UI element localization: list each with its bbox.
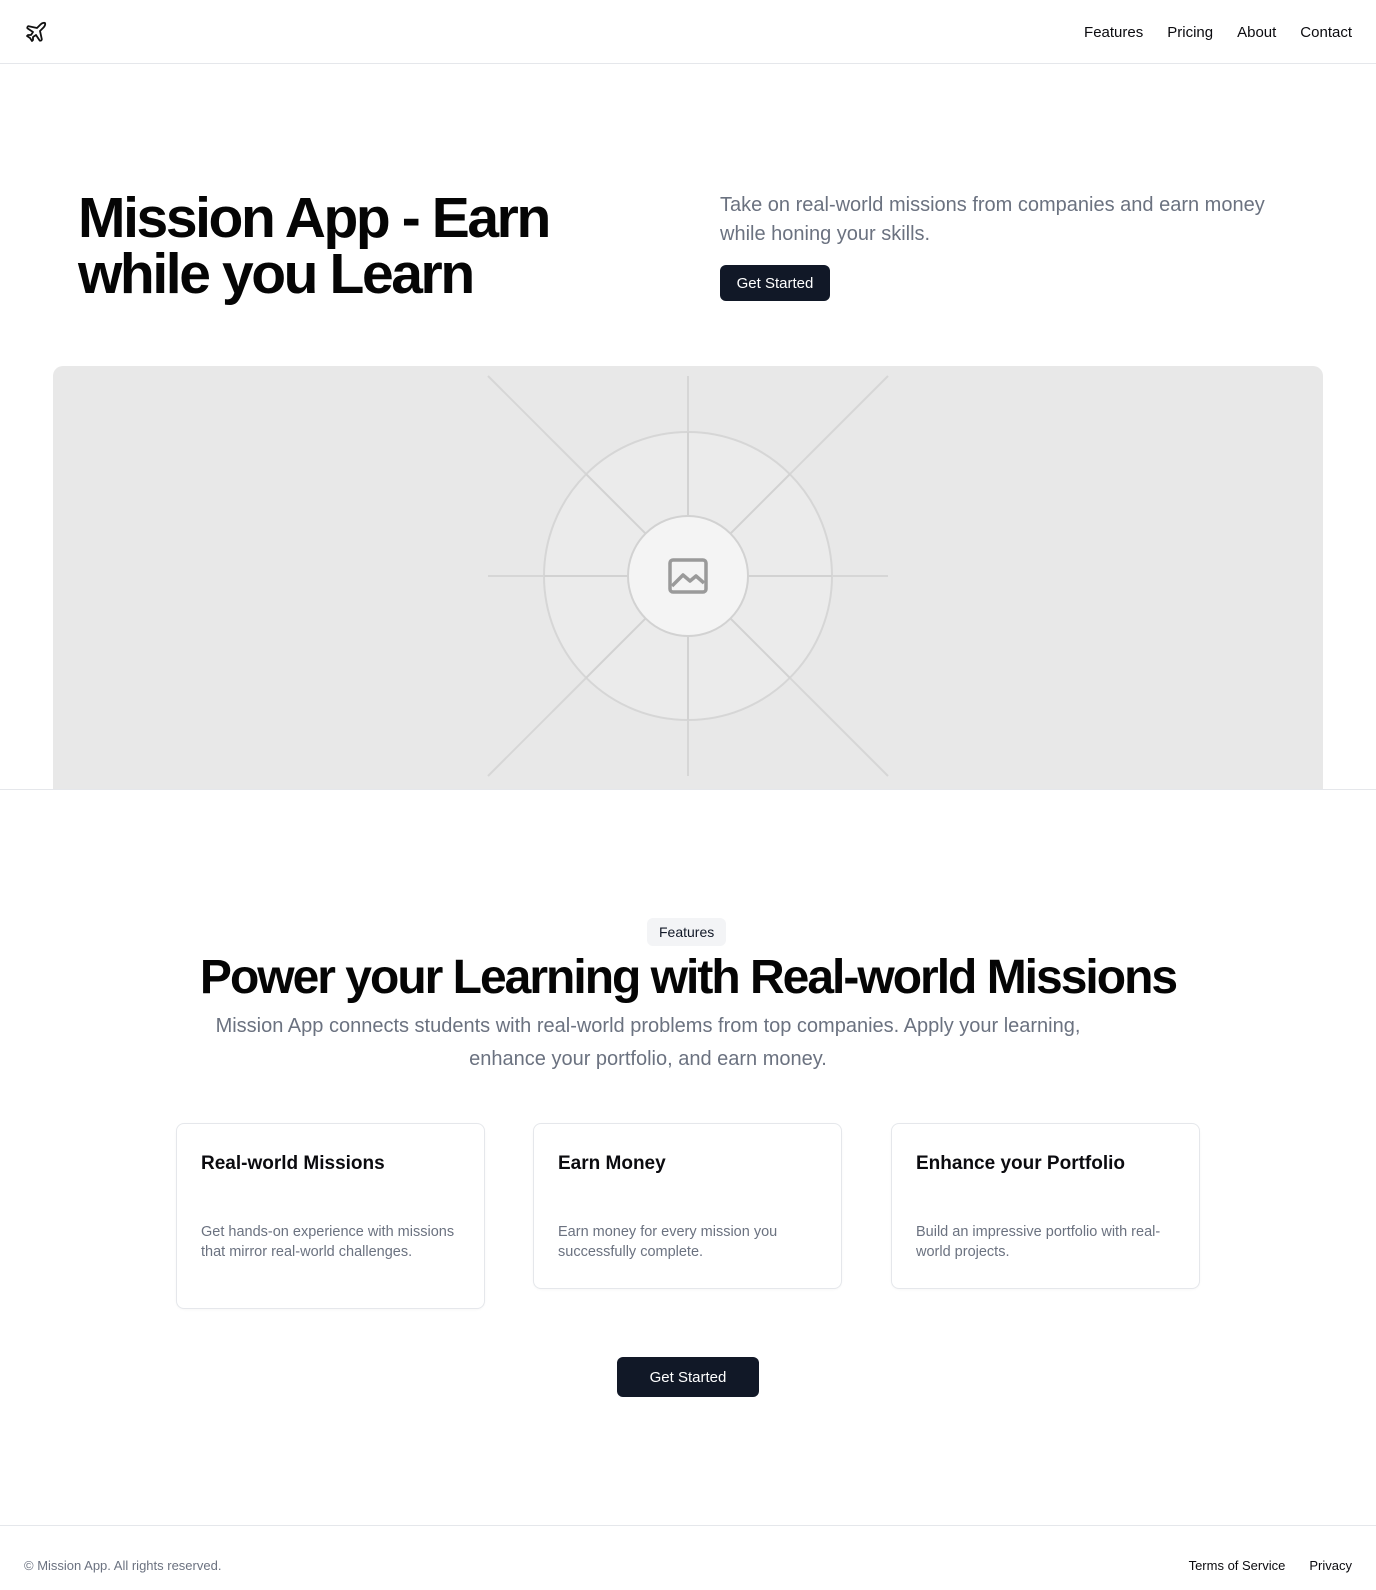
plane-icon[interactable] [24, 20, 48, 44]
hero-get-started-button[interactable]: Get Started [720, 265, 830, 301]
hero-subtitle: Take on real-world missions from compani… [720, 194, 1265, 245]
main-nav: Features Pricing About Contact [1084, 0, 1352, 64]
footer-copyright: © Mission App. All rights reserved. [24, 1558, 222, 1573]
site-header: Features Pricing About Contact [0, 0, 1376, 64]
footer-link-privacy[interactable]: Privacy [1309, 1558, 1352, 1573]
nav-link-features[interactable]: Features [1084, 24, 1143, 41]
features-title: Power your Learning with Real-world Miss… [199, 951, 1178, 1004]
feature-card-title: Enhance your Portfolio [916, 1153, 1126, 1174]
feature-card: Enhance your Portfolio Build an impressi… [891, 1123, 1200, 1289]
features-subtitle: Mission App connects students with real-… [215, 1015, 1081, 1070]
feature-card-description: Earn money for every mission you success… [558, 1224, 778, 1260]
feature-card: Real-world Missions Get hands-on experie… [176, 1123, 485, 1309]
feature-card-description: Build an impressive portfolio with real-… [916, 1224, 1161, 1260]
nav-link-contact[interactable]: Contact [1300, 24, 1352, 41]
section-divider [0, 789, 1376, 790]
nav-link-pricing[interactable]: Pricing [1167, 24, 1213, 41]
footer-links: Terms of Service Privacy [1189, 1558, 1352, 1573]
feature-card-title: Earn Money [558, 1153, 666, 1174]
feature-card-title: Real-world Missions [201, 1153, 385, 1174]
nav-link-about[interactable]: About [1237, 24, 1276, 41]
hero-title: Mission App - Earn while you Learn [78, 186, 551, 306]
features-get-started-button[interactable]: Get Started [617, 1357, 759, 1397]
features-badge: Features [647, 918, 727, 946]
hero-image-placeholder [53, 366, 1323, 789]
image-placeholder-icon [668, 558, 708, 594]
feature-card: Earn Money Earn money for every mission … [533, 1123, 842, 1289]
feature-card-description: Get hands-on experience with missions th… [201, 1224, 455, 1260]
footer-link-terms[interactable]: Terms of Service [1189, 1558, 1286, 1573]
site-footer: © Mission App. All rights reserved. Term… [0, 1525, 1376, 1590]
